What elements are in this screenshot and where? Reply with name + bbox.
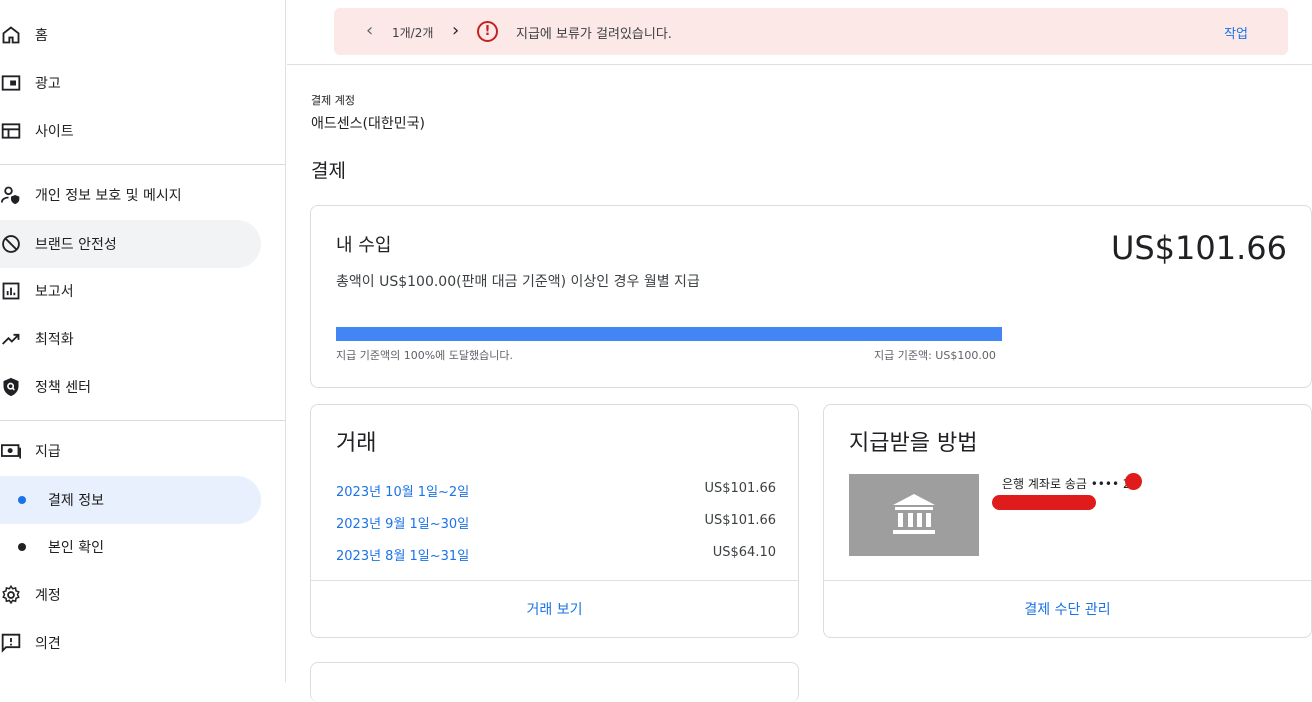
sidebar-item-brand-safety[interactable]: 브랜드 안전성 — [0, 220, 261, 268]
alert-action-link[interactable]: 작업 — [1224, 23, 1248, 42]
payments-icon — [0, 440, 22, 462]
alert-pager: 1개/2개 — [392, 26, 434, 40]
feedback-icon — [0, 632, 22, 654]
alert-message: 지급에 보류가 걸려있습니다. — [516, 27, 672, 42]
sidebar-item-label: 광고 — [35, 76, 61, 92]
table-row: 2023년 8월 1일~31일 US$64.10 — [336, 545, 776, 565]
policy-shield-icon — [0, 376, 22, 398]
transaction-period-link[interactable]: 2023년 9월 1일~30일 — [336, 513, 469, 532]
reports-icon — [0, 280, 22, 302]
earnings-description: 총액이 US$100.00(판매 대금 기준액) 이상인 경우 월별 지급 — [336, 274, 700, 290]
transaction-amount: US$101.66 — [704, 513, 776, 528]
sidebar-divider — [0, 164, 286, 165]
sites-icon — [0, 120, 22, 142]
partial-card — [310, 662, 799, 702]
table-row: 2023년 10월 1일~2일 US$101.66 — [336, 481, 776, 501]
sidebar-divider — [0, 420, 286, 421]
earnings-card: 내 수입 US$101.66 총액이 US$100.00(판매 대금 기준액) … — [310, 205, 1312, 388]
bullet-dot-icon — [18, 496, 26, 504]
sidebar-item-payment-info[interactable]: 결제 정보 — [0, 476, 261, 524]
table-row: 2023년 9월 1일~30일 US$101.66 — [336, 513, 776, 533]
sidebar: 홈 광고 사이트 개인 정보 보호 및 메시지 브랜드 안전성 보고서 최적화 … — [0, 0, 286, 682]
sidebar-item-label: 결제 정보 — [48, 493, 104, 509]
payment-method-title: 지급받을 방법 — [849, 431, 978, 456]
hold-alert-banner: ‹ 1개/2개 › ! 지급에 보류가 걸려있습니다. 작업 — [334, 8, 1288, 55]
progress-status: 지급 기준액의 100%에 도달했습니다. — [336, 349, 513, 362]
page-title: 결제 — [311, 160, 346, 182]
sidebar-item-label: 최적화 — [35, 332, 74, 348]
error-icon: ! — [477, 21, 498, 42]
earnings-title: 내 수입 — [336, 235, 392, 256]
transactions-title: 거래 — [336, 431, 377, 456]
transactions-card: 거래 2023년 10월 1일~2일 US$101.66 2023년 9월 1일… — [310, 404, 799, 638]
threshold-progress-bar — [336, 327, 1002, 341]
sidebar-item-label: 정책 센터 — [35, 380, 91, 396]
bullet-dot-icon — [18, 543, 26, 551]
sidebar-item-label: 브랜드 안전성 — [35, 237, 117, 253]
bank-transfer-label: 은행 계좌로 송금 •••• 20 — [1002, 477, 1139, 491]
transaction-amount: US$101.66 — [704, 481, 776, 496]
sidebar-item-label: 본인 확인 — [48, 540, 104, 556]
view-transactions-button[interactable]: 거래 보기 — [311, 580, 798, 637]
sidebar-item-label: 계정 — [35, 588, 61, 604]
redaction-mark — [992, 495, 1096, 510]
sidebar-item-label: 개인 정보 보호 및 메시지 — [35, 188, 182, 204]
bank-icon — [849, 474, 979, 556]
earnings-amount: US$101.66 — [1110, 229, 1287, 267]
sidebar-item-label: 사이트 — [35, 124, 74, 140]
chevron-right-icon[interactable]: › — [452, 22, 459, 40]
chevron-left-icon[interactable]: ‹ — [366, 22, 373, 40]
progress-threshold: 지급 기준액: US$100.00 — [874, 349, 996, 362]
manage-payment-methods-button[interactable]: 결제 수단 관리 — [824, 580, 1311, 637]
ads-icon — [0, 72, 22, 94]
account-name: 애드센스(대한민국) — [311, 116, 425, 132]
privacy-icon — [0, 184, 22, 206]
main-content: ‹ 1개/2개 › ! 지급에 보류가 걸려있습니다. 작업 결제 계정 애드센… — [287, 0, 1312, 702]
home-icon — [0, 24, 22, 46]
gear-icon — [0, 584, 22, 606]
top-bar: ‹ 1개/2개 › ! 지급에 보류가 걸려있습니다. 작업 — [287, 0, 1312, 65]
trending-icon — [0, 328, 22, 350]
transaction-period-link[interactable]: 2023년 10월 1일~2일 — [336, 481, 469, 500]
progress-fill — [336, 327, 1002, 341]
transaction-period-link[interactable]: 2023년 8월 1일~31일 — [336, 545, 469, 564]
sidebar-item-label: 의견 — [35, 636, 61, 652]
redaction-mark — [1125, 473, 1142, 490]
sidebar-item-label: 홈 — [35, 28, 48, 44]
payment-method-card: 지급받을 방법 은행 계좌로 송금 •••• 20 결제 수단 관리 — [823, 404, 1312, 638]
account-label: 결제 계정 — [311, 94, 355, 107]
transaction-amount: US$64.10 — [712, 545, 776, 560]
block-icon — [0, 233, 22, 255]
sidebar-item-label: 보고서 — [35, 284, 74, 300]
sidebar-item-label: 지급 — [35, 444, 61, 460]
